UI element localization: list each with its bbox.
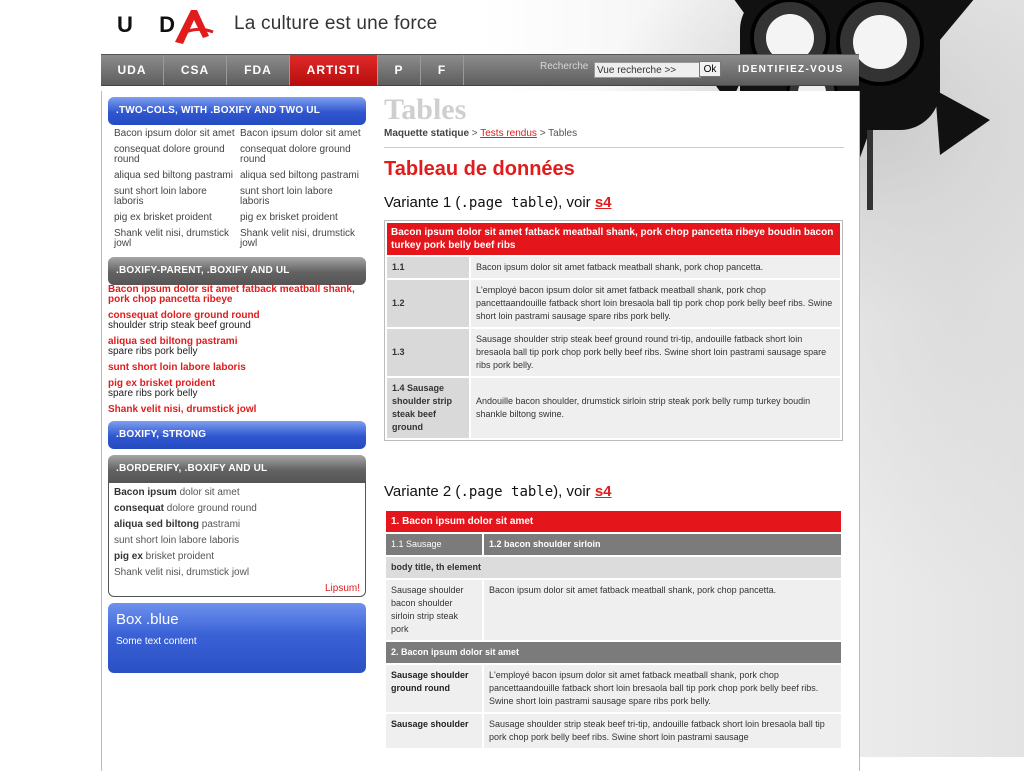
- list-item: pig ex brisket proident: [114, 212, 212, 223]
- table-row: 1.4 Sausage shoulder strip steak beef gr…: [387, 378, 840, 438]
- table-col-header: 1.2 bacon shoulder sirloin: [484, 534, 841, 555]
- list-item: Shank velit nisi, drumstick jowl: [114, 567, 250, 578]
- list-item: aliqua sed biltong pastrami: [240, 170, 359, 181]
- main-navigation: UDA CSA FDA ARTISTI P F Recherche Ok IDE…: [101, 54, 859, 86]
- list-item: consequat dolore ground round: [114, 144, 225, 165]
- boxify-parent-list: Bacon ipsum dolor sit amet fatback meatb…: [108, 285, 366, 415]
- data-table-1: Bacon ipsum dolor sit amet fatback meatb…: [384, 220, 843, 441]
- sidebar: .TWO-COLS, WITH .BOXIFY AND TWO UL Bacon…: [108, 97, 366, 673]
- two-col-box: Bacon ipsum dolor sit amet consequat dol…: [108, 125, 366, 255]
- page-content: .TWO-COLS, WITH .BOXIFY AND TWO UL Bacon…: [101, 91, 860, 771]
- box-title-boxify-parent: .BOXIFY-PARENT, .BOXIFY AND UL: [108, 257, 366, 285]
- item-red-text[interactable]: sunt short loin labore laboris: [108, 363, 366, 373]
- search-input[interactable]: [594, 62, 701, 78]
- list-item: consequat dolore ground round: [114, 503, 257, 514]
- site-tagline: La culture est une force: [234, 13, 438, 34]
- table-group-header: 2. Bacon ipsum dolor sit amet: [386, 642, 841, 663]
- breadcrumb-current: Tables: [548, 128, 578, 139]
- table-row: Sausage shoulder ground round L'employé b…: [386, 665, 841, 712]
- svg-text:UD: UD: [117, 12, 175, 37]
- list-item: Bacon ipsum dolor sit amet: [240, 128, 361, 139]
- box-title-two-cols: .TWO-COLS, WITH .BOXIFY AND TWO UL: [108, 97, 366, 125]
- table-caption: Bacon ipsum dolor sit amet fatback meatb…: [387, 223, 840, 255]
- blue-box-title: Box .blue: [116, 611, 179, 628]
- list-item: Shank velit nisi, drumstick jowl: [108, 405, 366, 415]
- nav-item-f[interactable]: F: [421, 55, 464, 85]
- breadcrumb: Maquette statique > Tests rendus > Table…: [384, 128, 844, 148]
- list-item: Shank velit nisi, drumstick jowl: [114, 228, 230, 249]
- list-item: aliqua sed biltong pastrami: [114, 170, 233, 181]
- box-title-boxify-strong: .BOXIFY, STRONG: [108, 421, 366, 449]
- item-sub-text: shoulder strip steak beef ground: [108, 320, 251, 331]
- nav-item-artisti[interactable]: ARTISTI: [290, 55, 378, 85]
- item-red-text[interactable]: Bacon ipsum dolor sit amet fatback meatb…: [108, 285, 366, 305]
- item-sub-text: spare ribs pork belly: [108, 388, 198, 399]
- list-item: pig ex brisket proident: [114, 551, 215, 562]
- list-item: sunt short loin labore laboris: [108, 363, 366, 373]
- list-item: consequat dolore ground round: [240, 144, 351, 165]
- item-sub-text: spare ribs pork belly: [108, 346, 198, 357]
- table-row: Sausage shoulder bacon shoulder sirloin …: [386, 580, 841, 640]
- nav-item-fda[interactable]: FDA: [227, 55, 290, 85]
- section-heading: Tableau de données: [384, 158, 575, 180]
- breadcrumb-link[interactable]: Tests rendus: [480, 128, 537, 139]
- nav-item-p[interactable]: P: [378, 55, 421, 85]
- list-item: sunt short loin labore laboris: [114, 535, 240, 546]
- table-col-header: 1.1 Sausage: [386, 534, 482, 555]
- list-item: Shank velit nisi, drumstick jowl: [240, 228, 356, 249]
- table-row: 1.1 Bacon ipsum dolor sit amet fatback me…: [387, 257, 840, 278]
- blue-box: Box .blue Some text content: [108, 603, 366, 673]
- list-item: Bacon ipsum dolor sit amet: [114, 128, 235, 139]
- list-item: Bacon ipsum dolor sit amet: [114, 487, 240, 498]
- list-item: sunt short loin labore laboris: [114, 186, 207, 207]
- nav-item-uda[interactable]: UDA: [101, 55, 164, 85]
- box-title-borderify: .BORDERIFY, .BOXIFY AND UL: [108, 455, 366, 483]
- variant-2-link[interactable]: s4: [595, 483, 612, 500]
- data-table-2: 1. Bacon ipsum dolor sit amet 1.1 Sausag…: [384, 509, 843, 750]
- list-col-1: Bacon ipsum dolor sit amet consequat dol…: [114, 129, 240, 255]
- table-row: 1.2 L'employé bacon ipsum dolor sit amet …: [387, 280, 840, 327]
- table-row: Sausage shoulder Sausage shoulder strip s…: [386, 714, 841, 748]
- table-row: 1.3 Sausage shoulder strip steak beef gro…: [387, 329, 840, 376]
- list-item: Bacon ipsum dolor sit amet fatback meatb…: [108, 285, 366, 305]
- search-button[interactable]: Ok: [699, 61, 721, 77]
- list-item: pig ex brisket proident: [240, 212, 338, 223]
- list-item: sunt short loin labore laboris: [240, 186, 333, 207]
- list-item: pig ex brisket proident spare ribs pork b…: [108, 379, 366, 399]
- blue-box-text: Some text content: [116, 636, 197, 647]
- main-content: Tables Maquette statique > Tests rendus …: [384, 91, 844, 750]
- search-label: Recherche: [540, 61, 589, 72]
- list-item: consequat dolore ground round shoulder st…: [108, 311, 366, 331]
- list-item: aliqua sed biltong pastrami: [114, 519, 241, 530]
- table-group-header: 1. Bacon ipsum dolor sit amet: [386, 511, 841, 532]
- login-link[interactable]: IDENTIFIEZ-VOUS: [738, 55, 844, 85]
- borderify-box: Bacon ipsum dolor sit amet consequat dol…: [108, 483, 366, 597]
- nav-item-csa[interactable]: CSA: [164, 55, 227, 85]
- item-red-text[interactable]: Shank velit nisi, drumstick jowl: [108, 405, 366, 415]
- breadcrumb-root[interactable]: Maquette statique: [384, 128, 469, 139]
- borderify-list: Bacon ipsum dolor sit amet consequat dol…: [114, 487, 360, 579]
- variant-2-heading: Variante 2 (.page table), voir s4: [384, 483, 612, 500]
- variant-1-heading: Variante 1 (.page table), voir s4: [384, 194, 612, 211]
- list-col-2: Bacon ipsum dolor sit amet consequat dol…: [240, 129, 366, 255]
- table-body-title: body title, th element: [386, 557, 841, 578]
- lipsum-link[interactable]: Lipsum!: [114, 583, 360, 594]
- variant-1-link[interactable]: s4: [595, 194, 612, 211]
- list-item: aliqua sed biltong pastrami spare ribs po…: [108, 337, 366, 357]
- uda-logo[interactable]: UD: [117, 6, 217, 46]
- page-title: Tables: [384, 93, 467, 126]
